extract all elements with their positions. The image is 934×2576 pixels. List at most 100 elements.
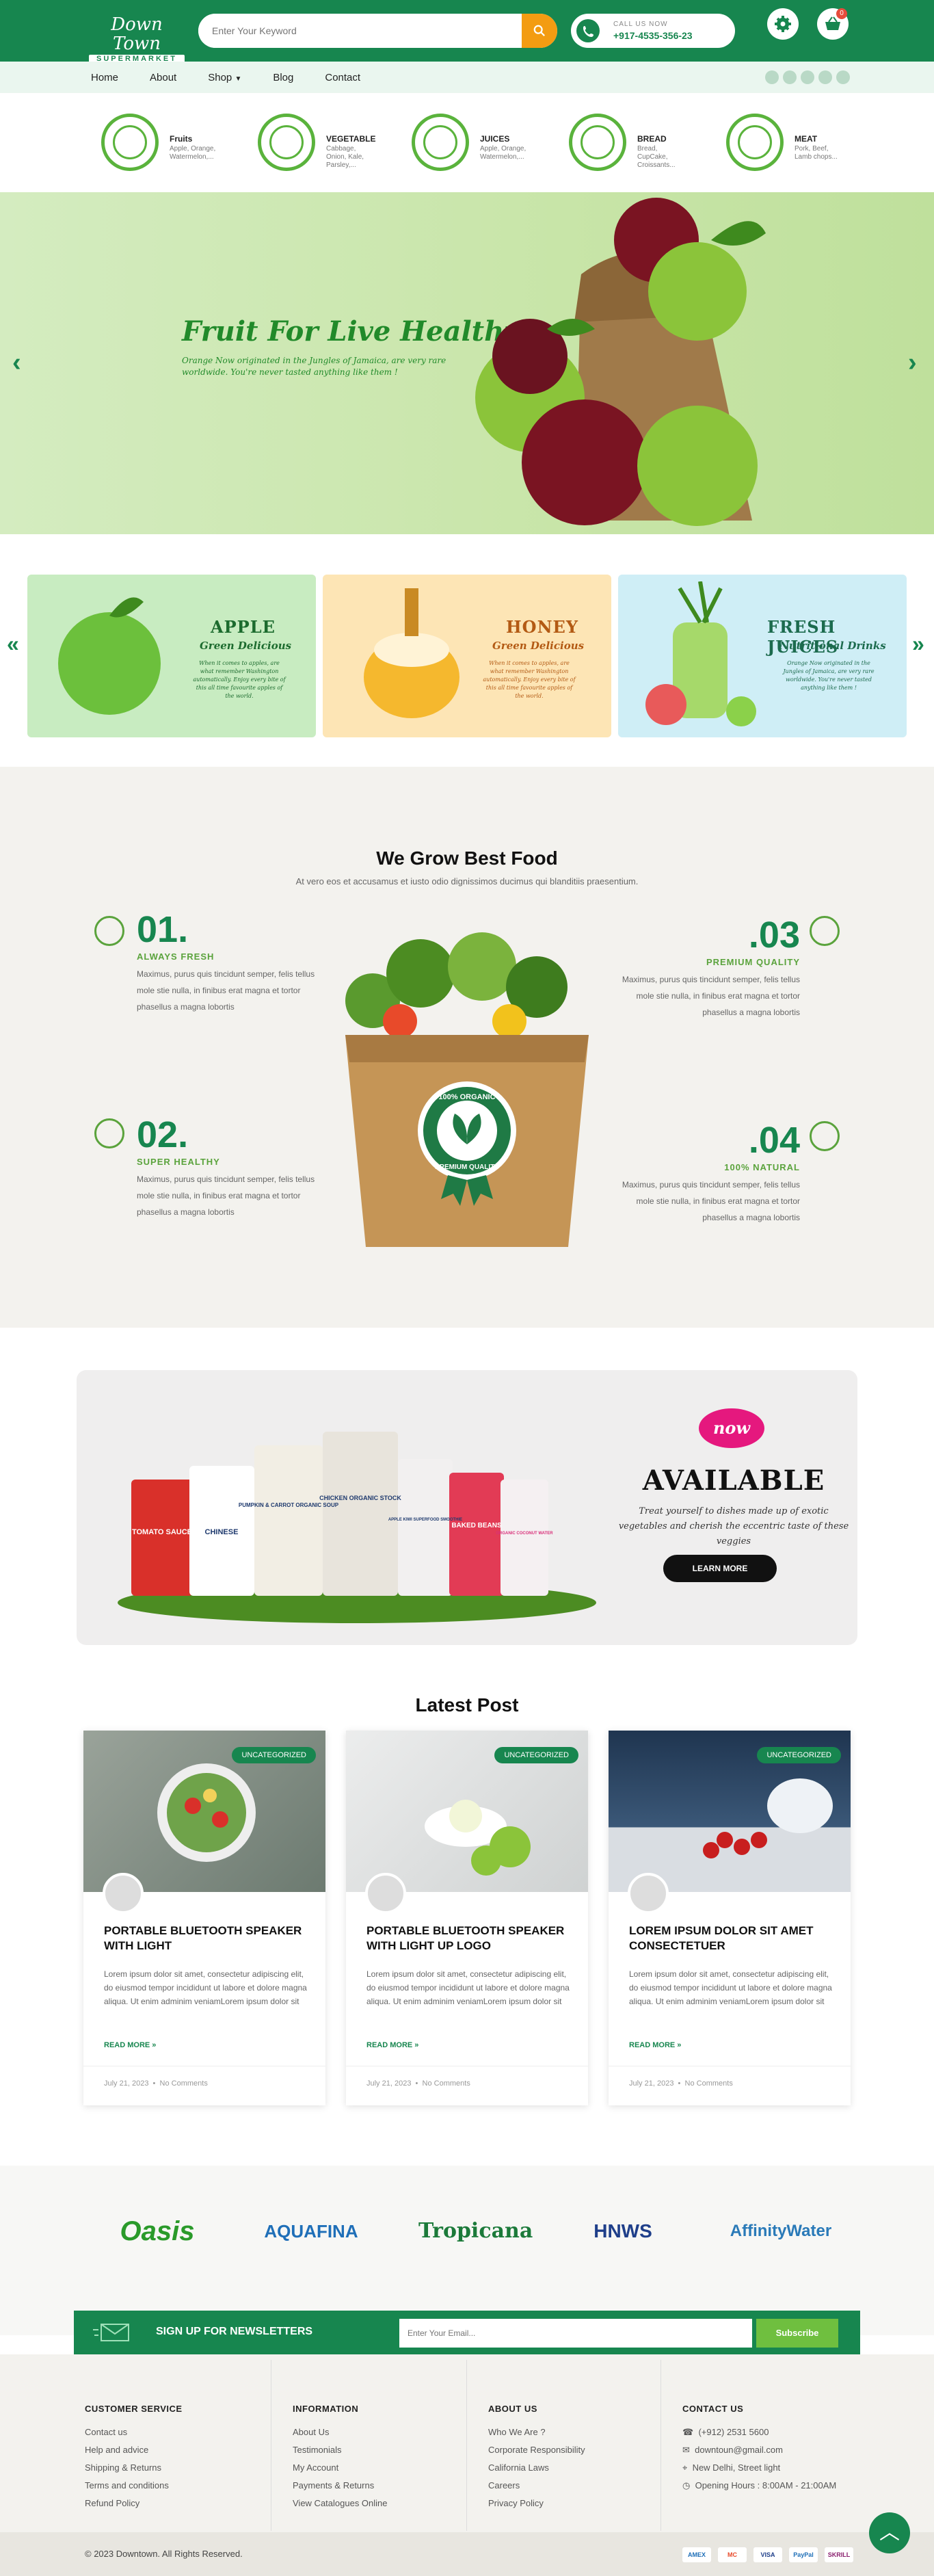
newsletter-title: SIGN UP FOR NEWSLETTERS [156,2326,313,2337]
nav-about[interactable]: About [150,72,176,83]
footer-link[interactable]: Terms and conditions [85,2477,269,2495]
footer-link[interactable]: Testimonials [293,2441,477,2459]
brand-logo-oasis[interactable]: Oasis [109,2211,205,2252]
post-title[interactable]: PORTABLE BLUETOOTH SPEAKER WITH LIGHT [104,1923,309,1954]
post-card[interactable]: UNCATEGORIZED LOREM IPSUM DOLOR SIT AMET… [609,1731,851,2105]
post-excerpt: Lorem ipsum dolor sit amet, consectetur … [629,1969,832,2006]
honey-image [364,588,459,718]
nav-shop[interactable]: Shop ▼ [208,72,241,83]
search-input[interactable] [198,14,513,48]
settings-button[interactable] [767,8,799,40]
feature-item: .03 PREMIUM QUALITY Maximus, purus quis … [615,916,840,1021]
brand-logo-affinitywater[interactable]: AffinityWater [719,2211,842,2252]
footer-link[interactable]: Who We Are ? [488,2423,673,2441]
contact-phone-text: (+912) 2531 5600 [698,2427,769,2437]
read-more-link[interactable]: READ MORE » [629,2041,681,2049]
post-category-badge[interactable]: UNCATEGORIZED [494,1747,578,1763]
amex-icon: AMEX [682,2547,711,2562]
hero-prev-arrow[interactable]: ‹ [12,348,21,378]
post-title[interactable]: LOREM IPSUM DOLOR SIT AMET CONSECTETUER [629,1923,834,1954]
footer-link[interactable]: California Laws [488,2459,673,2477]
brand-logo-hnws[interactable]: HNWS [572,2211,674,2252]
banner-honey[interactable]: HONEY Green Delicious When it comes to a… [323,575,611,737]
post-category-badge[interactable]: UNCATEGORIZED [232,1747,316,1763]
footer-link[interactable]: Careers [488,2477,673,2495]
category-desc: Cabbage, Onion, Kale, Parsley,... [326,145,364,169]
brand-logos: Oasis AQUAFINA Tropicana HNWS AffinityWa… [0,2166,934,2335]
bread-icon [569,114,626,171]
post-comments[interactable]: No Comments [423,2079,470,2088]
chevron-up-icon: ︿ [879,2521,900,2544]
brand-logo-aquafina[interactable]: AQUAFINA [260,2211,362,2252]
cart-button[interactable]: 0 [817,8,849,40]
call-box[interactable]: CALL US NOW +917-4535-356-23 [571,14,735,48]
call-label: CALL US NOW [613,21,668,28]
search-button[interactable] [522,14,557,48]
product-label: ORGANIC COCONUT WATER [496,1532,553,1536]
feature-title: ALWAYS FRESH [137,951,215,962]
footer-link[interactable]: Shipping & Returns [85,2459,269,2477]
footer-link[interactable]: Privacy Policy [488,2495,673,2512]
post-comments[interactable]: No Comments [160,2079,208,2088]
instagram-icon[interactable] [836,70,850,84]
hero-next-arrow[interactable]: › [908,348,917,378]
skrill-icon: SKRILL [825,2547,853,2562]
post-comments[interactable]: No Comments [685,2079,733,2088]
promo-banners: « APPLE Green Delicious When it comes to… [0,534,934,767]
feature-item: 01. ALWAYS FRESH Maximus, purus quis tin… [94,910,321,1015]
twitter-icon[interactable] [783,70,797,84]
footer-link[interactable]: View Catalogues Online [293,2495,477,2512]
pinterest-icon[interactable] [818,70,832,84]
newsletter-email-input[interactable] [399,2319,752,2348]
banner-apple[interactable]: APPLE Green Delicious When it comes to a… [27,575,316,737]
apple-image [58,597,161,715]
main-navbar: Home About Shop ▼ Blog Contact [0,62,934,93]
category-desc: Apple, Orange, Watermelon,... [480,145,526,161]
read-more-link[interactable]: READ MORE » [104,2041,156,2049]
footer-link[interactable]: Payments & Returns [293,2477,477,2495]
section-title: Latest Post [415,1694,519,1716]
facebook-icon[interactable] [765,70,779,84]
contact-address: ⌖ New Delhi, Street light [682,2459,853,2477]
nav-contact[interactable]: Contact [325,72,360,83]
footer-link[interactable]: About Us [293,2423,477,2441]
contact-phone[interactable]: ☎ (+912) 2531 5600 [682,2423,853,2441]
post-category-badge[interactable]: UNCATEGORIZED [757,1747,841,1763]
post-title[interactable]: PORTABLE BLUETOOTH SPEAKER WITH LIGHT UP… [366,1923,572,1954]
footer-link[interactable]: Refund Policy [85,2495,269,2512]
clock-icon: ◷ [682,2480,691,2490]
nav-blog[interactable]: Blog [273,72,293,83]
feature-number: .04 [748,1120,800,1161]
section-title: We Grow Best Food [376,847,558,869]
banner-prev-arrow[interactable]: « [7,631,19,657]
contact-email-text: downtoun@gmail.com [695,2445,783,2455]
learn-more-button[interactable]: LEARN MORE [663,1555,777,1582]
vegetable-icon [258,114,315,171]
contact-email[interactable]: ✉ downtoun@gmail.com [682,2441,853,2459]
feature-text: Maximus, purus quis tincidunt semper, fe… [622,975,800,1017]
banner-title: APPLE [211,617,276,637]
banner-juices[interactable]: FRESH JUICES Nutritional Drinks Orange N… [618,575,907,737]
seal-bottom-text: PREMIUM QUALITY [435,1164,499,1171]
footer-link[interactable]: My Account [293,2459,477,2477]
feature-number: 02. [137,1114,189,1155]
subscribe-button[interactable]: Subscribe [756,2319,838,2348]
google-plus-icon[interactable] [801,70,814,84]
read-more-link[interactable]: READ MORE » [366,2041,418,2049]
footer-link[interactable]: Corporate Responsibility [488,2441,673,2459]
location-pin-icon: ⌖ [682,2462,688,2473]
cart-count-badge: 0 [836,8,847,19]
brand-logo-tropicana[interactable]: Tropicana [418,2211,533,2252]
banner-next-arrow[interactable]: » [912,631,924,657]
product-label: PUMPKIN & CARROT ORGANIC SOUP [239,1502,339,1508]
scroll-to-top-button[interactable]: ︿ [869,2512,910,2553]
site-logo[interactable]: Down Town SUPERMARKET [89,15,185,63]
banner-title: HONEY [506,617,578,637]
post-card[interactable]: UNCATEGORIZED PORTABLE BLUETOOTH SPEAKER… [83,1731,325,2105]
post-meta: July 21, 2023 • No Comments [366,2079,470,2088]
footer-link[interactable]: Contact us [85,2423,269,2441]
phone-icon [576,19,600,42]
nav-home[interactable]: Home [91,72,118,83]
post-card[interactable]: UNCATEGORIZED PORTABLE BLUETOOTH SPEAKER… [346,1731,588,2105]
footer-link[interactable]: Help and advice [85,2441,269,2459]
